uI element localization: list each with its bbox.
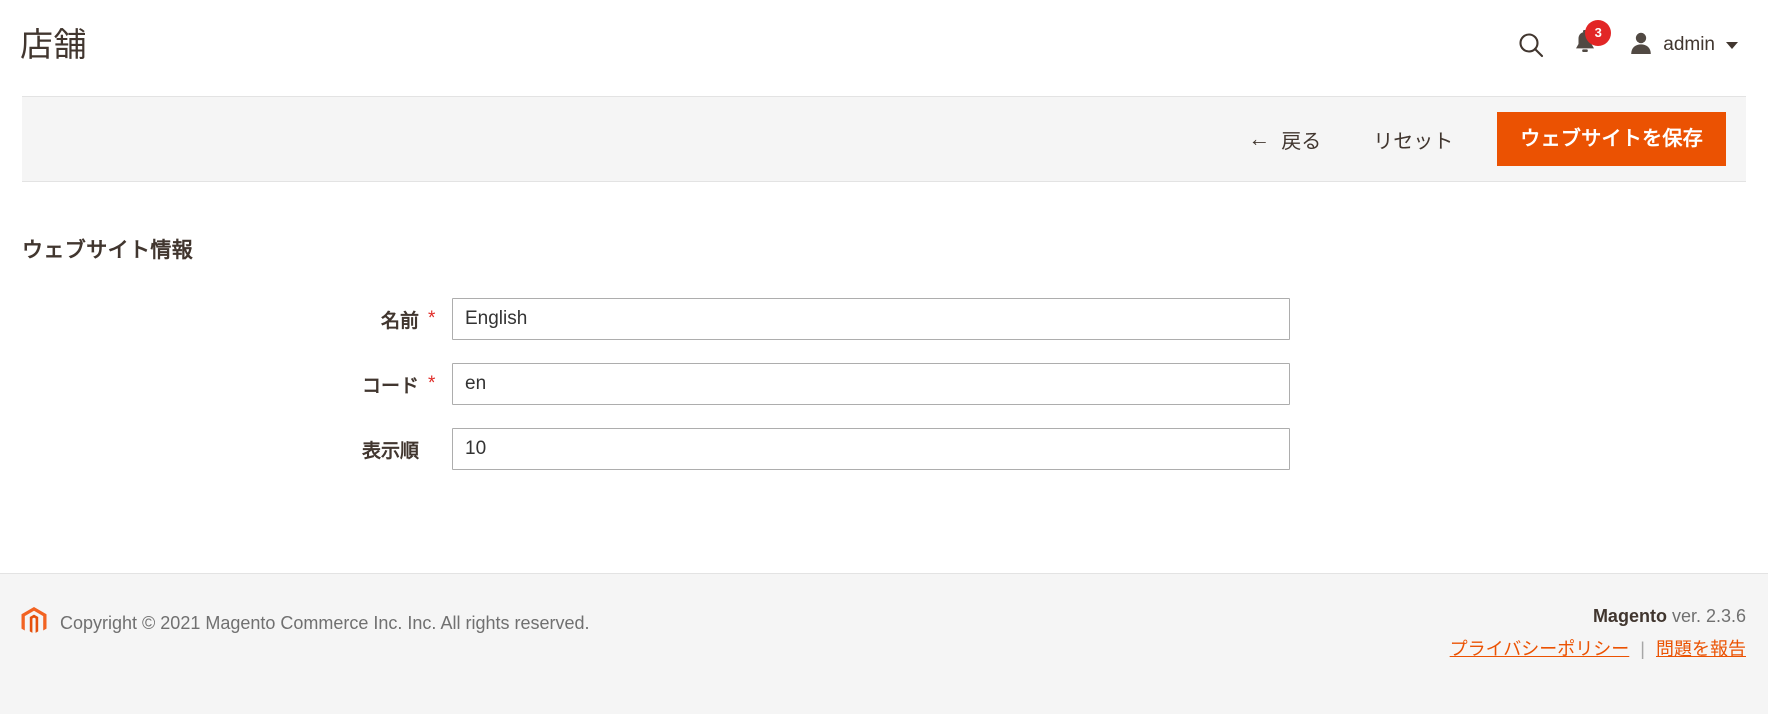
page-footer: Copyright © 2021 Magento Commerce Inc. I… <box>0 573 1768 714</box>
save-website-button[interactable]: ウェブサイトを保存 <box>1497 112 1726 166</box>
back-button[interactable]: ← 戻る <box>1238 119 1331 160</box>
footer-link-separator: | <box>1640 639 1645 659</box>
main-content: ウェブサイト情報 名前 * コード * 表示順 <box>0 234 1768 565</box>
header-actions: 3 admin <box>1516 19 1746 62</box>
magento-logo-icon <box>20 606 48 641</box>
code-input[interactable] <box>452 363 1290 405</box>
notifications-button[interactable]: 3 <box>1572 19 1612 62</box>
notification-count-badge: 3 <box>1585 19 1612 46</box>
field-row-code: コード * <box>22 363 1746 405</box>
version-line: Magento ver. 2.3.6 <box>1450 606 1746 627</box>
brand-label: Magento <box>1592 606 1667 626</box>
user-menu[interactable]: admin <box>1628 30 1738 61</box>
field-label-col: 名前 * <box>22 306 452 333</box>
page-title: 店舗 <box>20 25 87 63</box>
search-icon[interactable] <box>1516 30 1546 60</box>
required-indicator-code: * <box>428 373 436 394</box>
website-information-fieldset: 名前 * コード * 表示順 <box>22 298 1746 470</box>
field-label-code: コード <box>361 375 419 397</box>
copyright-block: Copyright © 2021 Magento Commerce Inc. I… <box>20 606 590 641</box>
required-indicator-name: * <box>428 308 436 329</box>
back-button-label: 戻る <box>1281 130 1322 153</box>
field-row-name: 名前 * <box>22 298 1746 340</box>
footer-links: プライバシーポリシー | 問題を報告 <box>1450 635 1746 661</box>
field-label-name: 名前 <box>380 310 419 332</box>
field-row-sort-order: 表示順 <box>22 428 1746 470</box>
privacy-policy-link[interactable]: プライバシーポリシー <box>1450 639 1630 659</box>
footer-right: Magento ver. 2.3.6 プライバシーポリシー | 問題を報告 <box>1450 606 1746 661</box>
version-label: ver. 2.3.6 <box>1666 606 1746 626</box>
report-issue-link[interactable]: 問題を報告 <box>1656 639 1746 659</box>
chevron-down-icon <box>1726 41 1738 49</box>
copyright-text: Copyright © 2021 Magento Commerce Inc. I… <box>60 613 590 633</box>
page-actions-toolbar: ← 戻る リセット ウェブサイトを保存 <box>22 96 1746 182</box>
page-header: 店舗 3 admin <box>0 0 1768 90</box>
section-title: ウェブサイト情報 <box>22 239 194 262</box>
field-label-col: コード * <box>22 371 452 398</box>
field-label-sort-order: 表示順 <box>361 440 419 462</box>
field-label-col: 表示順 <box>22 436 452 463</box>
reset-button[interactable]: リセット <box>1363 119 1463 160</box>
user-name-label: admin <box>1663 34 1715 55</box>
name-input[interactable] <box>452 298 1290 340</box>
sort-order-input[interactable] <box>452 428 1290 470</box>
user-avatar-icon <box>1628 30 1654 61</box>
arrow-left-icon: ← <box>1248 126 1271 151</box>
